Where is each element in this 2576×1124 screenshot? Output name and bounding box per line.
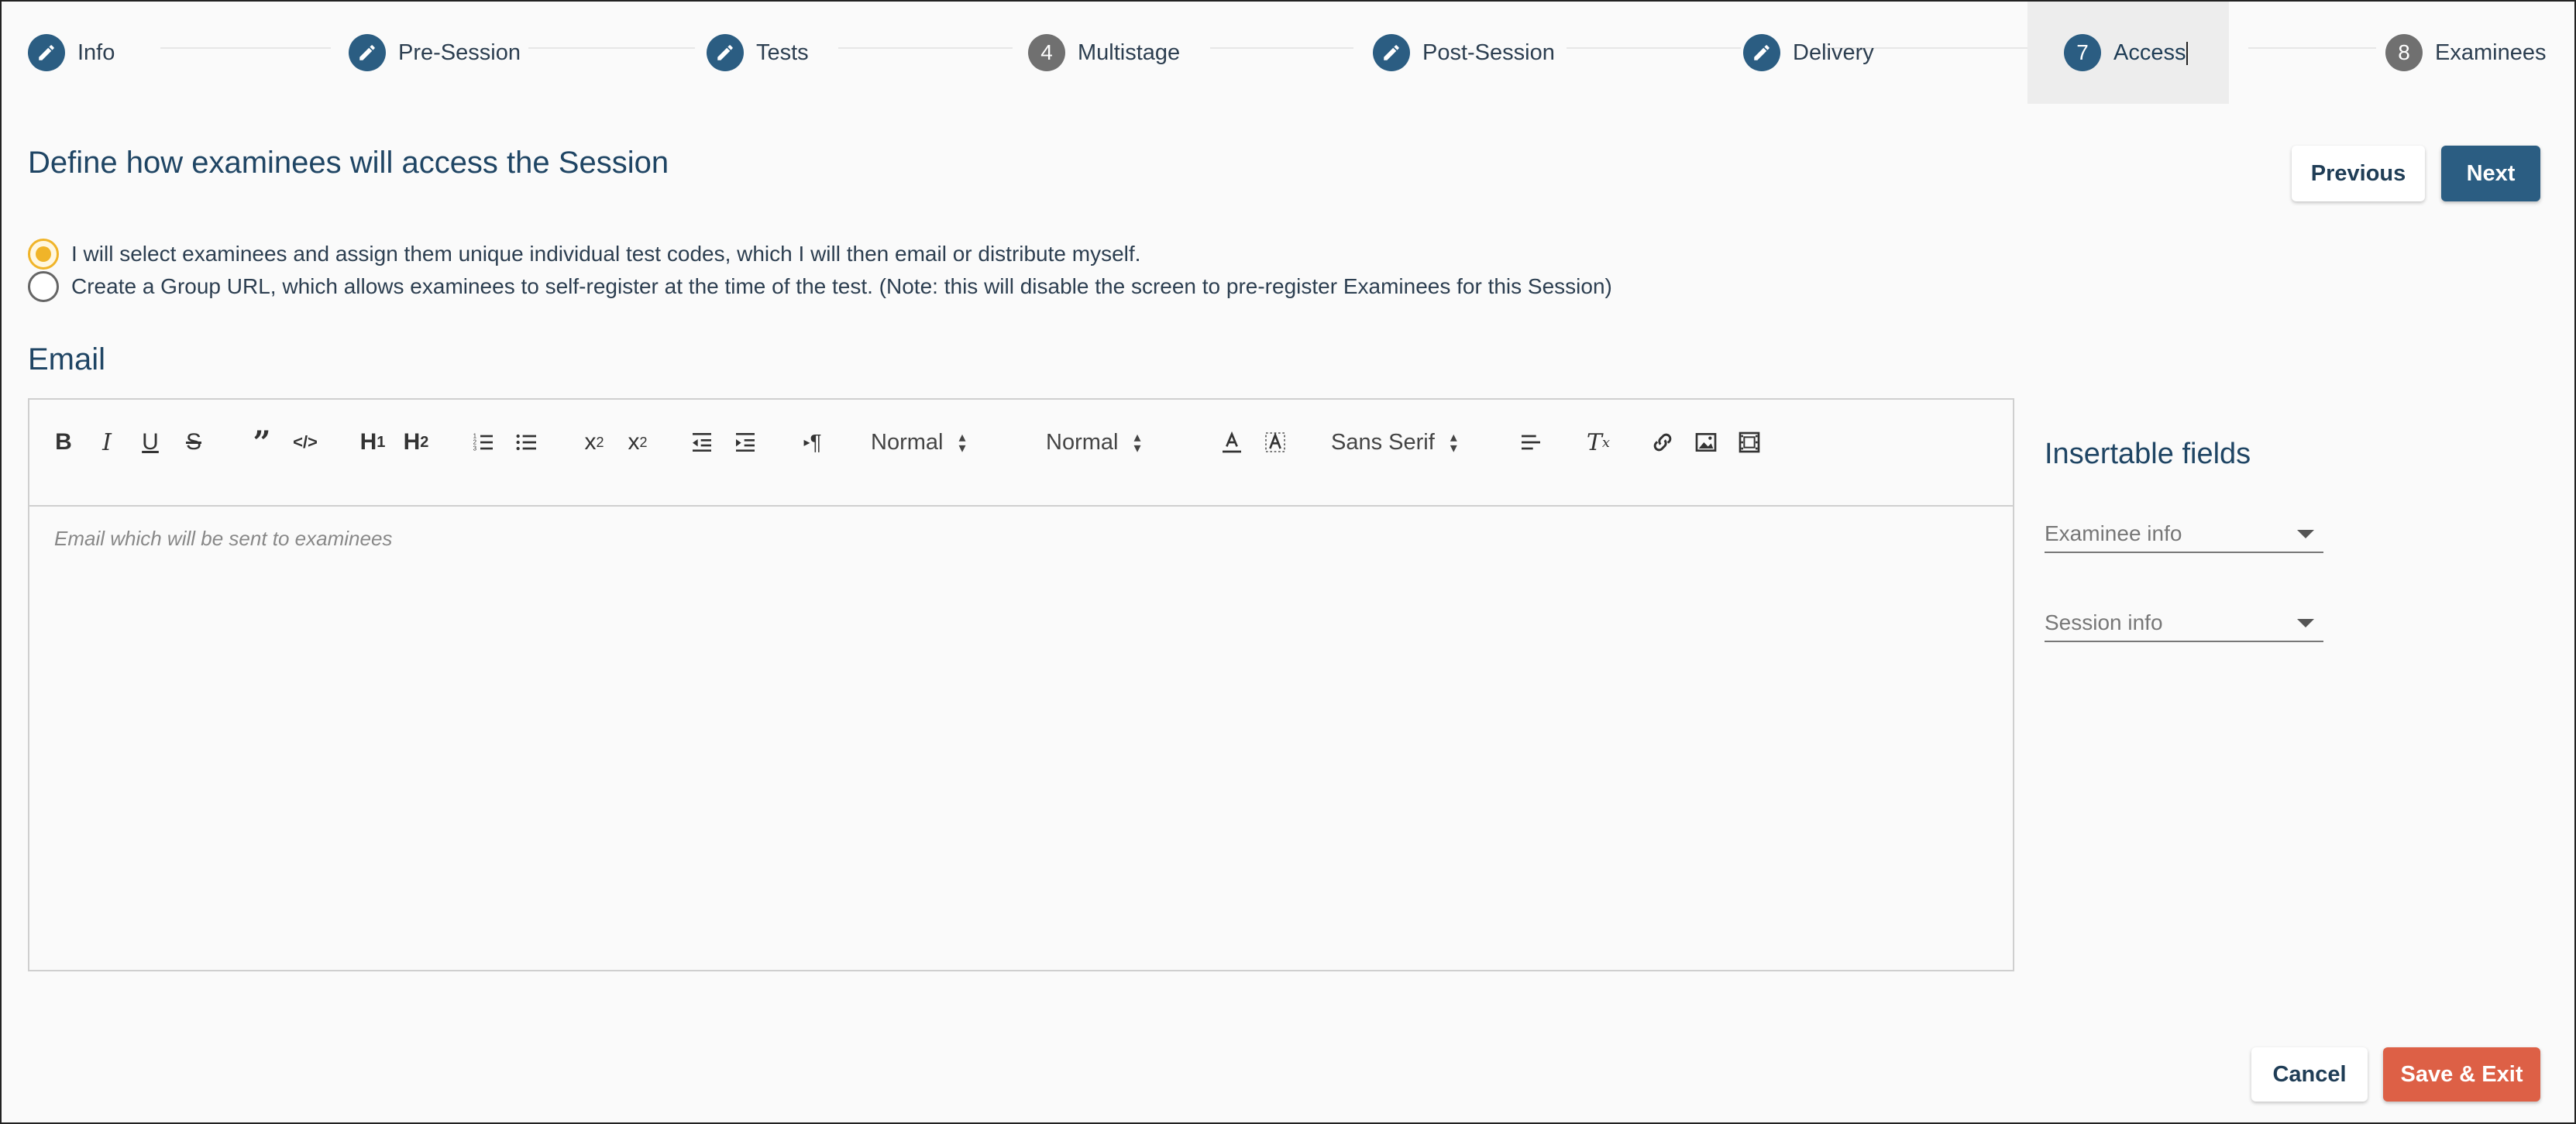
clear-formatting-icon[interactable]: Tx [1579, 423, 1618, 462]
select-arrows-icon: ▴ ▾ [1450, 429, 1457, 455]
radio-button[interactable] [28, 271, 59, 302]
strikethrough-button[interactable]: S [177, 423, 211, 462]
step-connector [160, 47, 331, 49]
examinee-info-select[interactable]: Examinee info [2045, 516, 2323, 553]
step-connector [2248, 47, 2376, 49]
session-info-select[interactable]: Session info [2045, 605, 2323, 642]
pencil-icon [349, 34, 386, 71]
insertable-fields-title: Insertable fields [2045, 438, 2251, 470]
step-label: Info [77, 40, 115, 65]
step-pre-session[interactable]: Pre-Session [349, 2, 521, 104]
text-direction-icon[interactable]: ▸ ¶ [793, 423, 832, 462]
step-label: Post-Session [1422, 40, 1555, 65]
heading-1-button[interactable]: H1 [353, 423, 392, 462]
radio-label: Create a Group URL, which allows examine… [71, 274, 1612, 298]
italic-button[interactable]: I [90, 423, 124, 462]
svg-text:3: 3 [473, 445, 477, 452]
next-button[interactable]: Next [2441, 146, 2540, 201]
step-connector [1210, 47, 1353, 49]
pencil-icon [1373, 34, 1410, 71]
pencil-icon [1743, 34, 1780, 71]
underline-button[interactable]: U [133, 423, 167, 462]
editor-toolbar: B I U S ” </> H1 H2 123 x2 x2 ▸ ¶ Normal… [29, 400, 2013, 507]
step-access[interactable]: 7 Access [2027, 2, 2229, 104]
step-label: Pre-Session [398, 40, 521, 65]
cancel-button[interactable]: Cancel [2251, 1047, 2368, 1102]
step-label: Access [2113, 40, 2189, 66]
step-tests[interactable]: Tests [707, 2, 809, 104]
access-option-individual-codes[interactable]: I will select examinees and assign them … [28, 239, 1140, 270]
text-cursor [2186, 41, 2189, 65]
link-icon[interactable] [1646, 423, 1680, 462]
heading-2-button[interactable]: H2 [397, 423, 435, 462]
step-multistage[interactable]: 4 Multistage [1028, 2, 1180, 104]
page-title: Define how examinees will access the Ses… [28, 146, 669, 180]
select-placeholder: Examinee info [2045, 521, 2182, 545]
step-number-badge: 7 [2064, 34, 2101, 71]
step-connector [1567, 47, 1741, 49]
step-number-badge: 4 [1028, 34, 1065, 71]
editor-placeholder: Email which will be sent to examinees [54, 527, 393, 550]
step-label: Multistage [1078, 40, 1181, 65]
step-connector [528, 47, 695, 49]
bold-button[interactable]: B [46, 423, 81, 462]
code-block-button[interactable]: </> [288, 423, 322, 462]
video-icon[interactable] [1732, 423, 1766, 462]
step-number-badge: 8 [2385, 34, 2423, 71]
subscript-button[interactable]: x2 [575, 423, 614, 462]
step-label: Delivery [1793, 40, 1874, 65]
pencil-icon [28, 34, 65, 71]
background-color-icon[interactable] [1258, 423, 1292, 462]
select-placeholder: Session info [2045, 610, 2163, 634]
size-select[interactable]: Normal ▴ ▾ [1046, 423, 1185, 462]
align-left-icon[interactable] [1514, 423, 1548, 462]
font-select[interactable]: Sans Serif ▴ ▾ [1331, 423, 1486, 462]
radio-button[interactable] [28, 239, 59, 270]
indent-icon[interactable] [728, 423, 762, 462]
bullet-list-icon[interactable] [510, 423, 544, 462]
step-post-session[interactable]: Post-Session [1373, 2, 1555, 104]
previous-button[interactable]: Previous [2292, 146, 2425, 201]
email-body-input[interactable]: Email which will be sent to examinees [29, 507, 2013, 571]
save-exit-button[interactable]: Save & Exit [2383, 1047, 2540, 1102]
step-label: Examinees [2435, 40, 2547, 65]
email-section-title: Email [28, 342, 106, 376]
outdent-icon[interactable] [685, 423, 719, 462]
email-editor: B I U S ” </> H1 H2 123 x2 x2 ▸ ¶ Normal… [28, 398, 2014, 971]
step-examinees[interactable]: 8 Examinees [2385, 2, 2546, 104]
blockquote-button[interactable]: ” [245, 423, 279, 462]
chevron-down-icon [2297, 618, 2314, 627]
select-arrows-icon: ▴ ▾ [958, 429, 966, 455]
superscript-button[interactable]: x2 [618, 423, 657, 462]
step-label: Tests [756, 40, 809, 65]
chevron-down-icon [2297, 529, 2314, 538]
step-delivery[interactable]: Delivery [1743, 2, 1874, 104]
step-info[interactable]: Info [28, 2, 115, 104]
wizard-stepper: Info Pre-Session Tests 4 Multistage Post… [2, 2, 2576, 104]
ordered-list-icon[interactable]: 123 [466, 423, 500, 462]
access-option-group-url[interactable]: Create a Group URL, which allows examine… [28, 271, 1612, 302]
radio-label: I will select examinees and assign them … [71, 242, 1141, 266]
pencil-icon [707, 34, 744, 71]
select-arrows-icon: ▴ ▾ [1133, 429, 1141, 455]
header-select[interactable]: Normal ▴ ▾ [871, 423, 1010, 462]
image-icon[interactable] [1689, 423, 1723, 462]
text-color-icon[interactable] [1215, 423, 1249, 462]
app-frame: Info Pre-Session Tests 4 Multistage Post… [0, 0, 2576, 1124]
step-connector [838, 47, 1013, 49]
